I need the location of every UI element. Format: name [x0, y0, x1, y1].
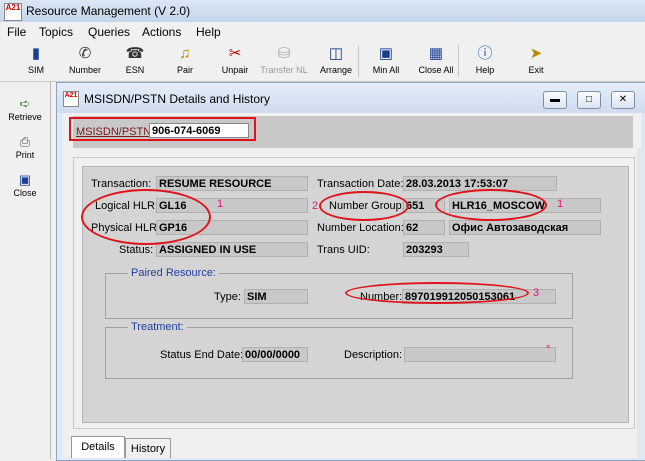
close-window-icon: ▣ [18, 172, 32, 187]
esn-button[interactable]: ☎ ESN [110, 43, 160, 79]
app-logo-icon: A21 [4, 3, 22, 21]
phone-number-icon: ✆ [78, 45, 92, 62]
menu-queries[interactable]: Queries [88, 25, 130, 39]
pair-button-label: Pair [176, 65, 193, 75]
annotation-number-1b: 1 [557, 198, 564, 210]
msisdn-highlight-box [69, 117, 256, 141]
paired-resource-title: Paired Resource: [128, 267, 219, 279]
left-action-bar: ➪ Retrieve ⎙ Print ▣ Close [0, 82, 51, 459]
vertical-scrollbar[interactable] [637, 149, 641, 458]
close-button[interactable]: ▣ Close [3, 172, 47, 198]
pair-button[interactable]: ♫ Pair [160, 43, 210, 79]
close-icon: ✕ [618, 94, 628, 105]
number-location-label: Number Location: [317, 222, 404, 234]
minimize-button[interactable]: ▬ [543, 91, 567, 109]
restore-button[interactable]: □ [577, 91, 601, 109]
app-title-bar: A21 Resource Management (V 2.0) [0, 0, 645, 23]
treatment-title: Treatment: [128, 321, 187, 333]
window-client-area: MSISDN/PSTN: 906-074-6069 Transaction: R… [63, 113, 641, 458]
paired-number-highlight-ellipse [345, 282, 529, 304]
annotation-number-2: 2 [312, 200, 319, 212]
exit-button-label: Exit [528, 65, 544, 75]
menu-help[interactable]: Help [196, 25, 221, 39]
trans-uid-label: Trans UID: [317, 244, 370, 256]
trans-uid-value: 203293 [403, 242, 469, 257]
retrieve-button-label: Retrieve [8, 112, 42, 122]
status-label: Status: [119, 244, 154, 256]
child-window-title: MSISDN/PSTN Details and History [84, 92, 271, 106]
minimize-all-icon: ▣ [378, 45, 394, 62]
close-button-label: Close [13, 188, 37, 198]
transfer-database-icon: ⛁ [277, 45, 291, 62]
description-marker: ° [546, 344, 551, 356]
status-value: ASSIGNED IN USE [156, 242, 308, 257]
sim-card-icon: ▮ [31, 45, 41, 62]
help-button[interactable]: ⓘ Help [460, 43, 510, 79]
type-value: SIM [244, 289, 308, 304]
arrange-button-label: Arrange [319, 65, 353, 75]
msisdn-details-window: A21 MSISDN/PSTN Details and History ▬ □ … [56, 82, 645, 461]
min-all-button[interactable]: ▣ Min All [361, 43, 411, 79]
transaction-date-label: Transaction Date: [317, 178, 404, 190]
sim-button-label: SIM [27, 65, 44, 75]
details-panel: Transaction: RESUME RESOURCE Transaction… [73, 157, 635, 429]
transfer-nl-button-label: Transfer NL [260, 65, 308, 75]
unpair-button[interactable]: ✂ Unpair [210, 43, 260, 79]
toolbar-separator [358, 45, 359, 77]
arrange-button[interactable]: ◫ Arrange [311, 43, 361, 79]
hlr-highlight-ellipse [81, 189, 211, 245]
menu-file[interactable]: File [7, 25, 26, 39]
unpair-button-label: Unpair [221, 65, 249, 75]
annotation-number-3: 3 [533, 287, 540, 299]
help-question-icon: ⓘ [477, 45, 493, 62]
status-end-date-value: 00/00/0000 [242, 347, 308, 362]
details-inner-panel: Transaction: RESUME RESOURCE Transaction… [81, 166, 629, 423]
number-button-label: Number [68, 65, 101, 75]
close-all-icon: ▦ [428, 45, 444, 62]
toolbar: ▮ SIM ✆ Number ☎ ESN ♫ Pair ✂ Unpair ⛁ T… [0, 41, 645, 82]
retrieve-arrow-icon: ➪ [19, 96, 31, 111]
child-window-title-bar: A21 MSISDN/PSTN Details and History ▬ □ … [57, 83, 645, 113]
number-location-value: 62 [403, 220, 445, 235]
hlr-name-highlight-ellipse [435, 189, 547, 221]
telephone-icon: ☎ [125, 45, 145, 62]
app-title: Resource Management (V 2.0) [26, 4, 191, 18]
tab-history[interactable]: History [125, 438, 171, 458]
min-all-button-label: Min All [372, 65, 400, 75]
close-window-button[interactable]: ✕ [611, 91, 635, 109]
transfer-nl-button[interactable]: ⛁ Transfer NL [259, 43, 309, 79]
sim-button[interactable]: ▮ SIM [11, 43, 61, 79]
toolbar-separator [458, 45, 459, 77]
close-all-button-label: Close All [418, 65, 454, 75]
transaction-value: RESUME RESOURCE [156, 176, 308, 191]
arrange-windows-icon: ◫ [328, 45, 344, 62]
restore-icon: □ [585, 94, 593, 105]
window-logo-icon: A21 [63, 91, 79, 107]
type-label: Type: [214, 291, 241, 303]
treatment-group: Treatment: Status End Date: 00/00/0000 D… [105, 321, 573, 379]
annotation-number-1: 1 [217, 198, 224, 210]
esn-button-label: ESN [125, 65, 145, 75]
close-all-button[interactable]: ▦ Close All [411, 43, 461, 79]
help-button-label: Help [475, 65, 495, 75]
pair-icon: ♫ [179, 45, 191, 62]
menu-topics[interactable]: Topics [39, 25, 73, 39]
exit-button[interactable]: ➤ Exit [511, 43, 561, 79]
unpair-scissors-icon: ✂ [228, 45, 242, 62]
number-button[interactable]: ✆ Number [60, 43, 110, 79]
print-button-label: Print [15, 150, 35, 160]
retrieve-button[interactable]: ➪ Retrieve [3, 96, 47, 122]
number-location-name: Офис Автозаводская [449, 220, 601, 235]
menu-bar: File Topics Queries Actions Help [0, 22, 645, 41]
description-label: Description: [344, 349, 403, 361]
number-group-highlight-ellipse [319, 191, 409, 221]
description-value [404, 347, 556, 362]
exit-door-icon: ➤ [529, 45, 543, 62]
printer-icon: ⎙ [19, 134, 31, 149]
tab-details[interactable]: Details [71, 436, 125, 458]
status-end-date-label: Status End Date: [160, 349, 244, 361]
menu-actions[interactable]: Actions [142, 25, 181, 39]
minimize-icon: ▬ [550, 94, 560, 105]
print-button[interactable]: ⎙ Print [3, 134, 47, 160]
